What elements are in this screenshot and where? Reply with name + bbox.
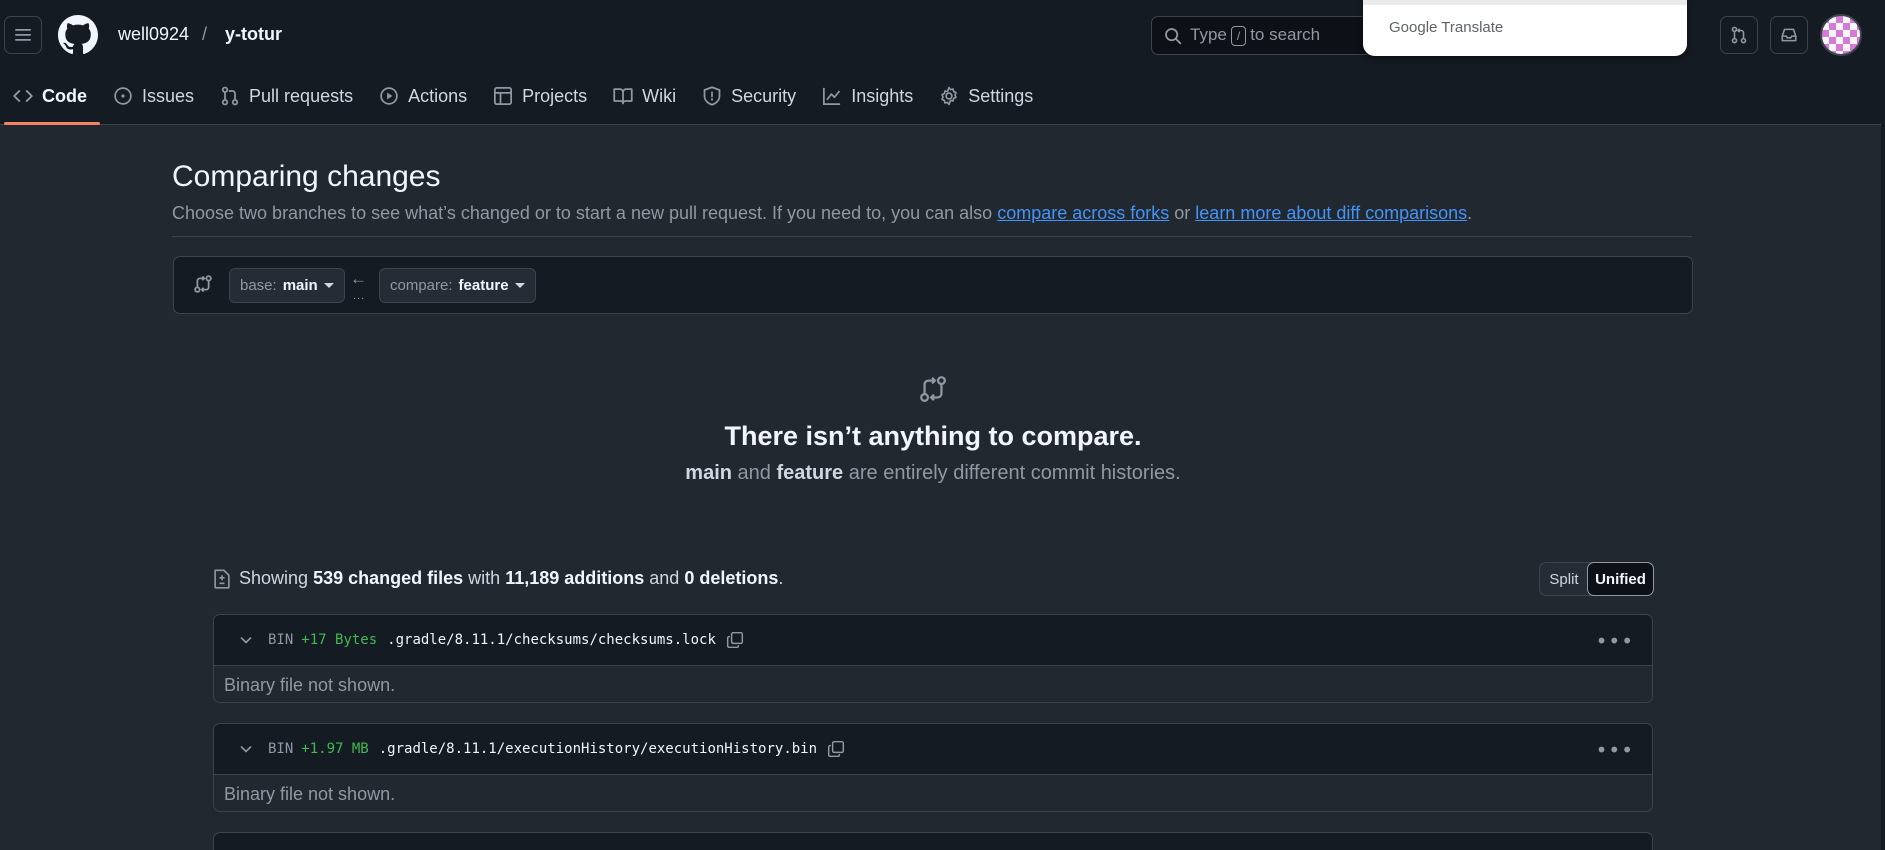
file-body: Binary file not shown. xyxy=(214,775,1652,811)
book-icon xyxy=(613,88,633,105)
blankslate-description: main and feature are entirely different … xyxy=(685,462,1181,484)
code-icon xyxy=(13,90,33,102)
split-view-button[interactable]: Split xyxy=(1540,563,1588,595)
menu-button[interactable] xyxy=(4,16,42,54)
tab-label: Insights xyxy=(851,85,914,106)
search-shortcut-key: / xyxy=(1230,26,1247,46)
kebab-horizontal-icon[interactable]: ••• xyxy=(1596,738,1634,762)
chevron-down-icon[interactable] xyxy=(238,632,254,648)
tab-pull-requests[interactable]: Pull requests xyxy=(207,78,366,114)
search-input[interactable]: Type / to search xyxy=(1151,16,1381,55)
pull-request-icon xyxy=(221,86,239,106)
unified-view-button[interactable]: Unified xyxy=(1587,562,1654,596)
pull-request-icon xyxy=(1731,26,1747,44)
title-divider xyxy=(172,236,1692,237)
shield-icon xyxy=(703,86,721,106)
play-icon xyxy=(380,87,398,105)
additions-count: 11,189 additions xyxy=(505,568,645,588)
tab-label: Code xyxy=(42,85,87,106)
search-placeholder: Type / to search xyxy=(1190,25,1321,46)
google-translate-label: Google Translate xyxy=(1389,19,1504,36)
copy-icon[interactable] xyxy=(726,631,744,649)
tab-label: Pull requests xyxy=(249,85,354,106)
changed-files-count: 539 changed files xyxy=(313,568,464,588)
base-branch-select[interactable]: base: main xyxy=(229,268,345,303)
tab-label: Projects xyxy=(522,85,588,106)
inbox-button[interactable] xyxy=(1770,16,1808,54)
page-title: Comparing changes xyxy=(172,160,441,193)
file-diff-icon xyxy=(214,568,230,589)
pull-requests-button[interactable] xyxy=(1720,16,1758,54)
graph-icon xyxy=(823,87,841,105)
file-diff: BIN +1.97 MB .gradle/8.11.1/executionHis… xyxy=(213,723,1653,812)
github-logo-icon[interactable] xyxy=(58,15,98,55)
caret-down-icon xyxy=(323,283,334,288)
base-branch-name: main xyxy=(282,277,318,294)
compare-across-forks-link[interactable]: compare across forks xyxy=(997,203,1169,223)
file-header: BIN +17 Bytes .gradle/8.11.1/checksums/c… xyxy=(214,615,1652,666)
tab-label: Settings xyxy=(968,85,1034,106)
chevron-down-icon[interactable] xyxy=(238,741,254,757)
inbox-icon xyxy=(1781,28,1797,42)
tab-label: Actions xyxy=(408,85,468,106)
git-compare-large-icon xyxy=(920,376,946,402)
learn-diff-comparisons-link[interactable]: learn more about diff comparisons xyxy=(1195,203,1467,223)
caret-down-icon xyxy=(514,283,525,288)
tab-label: Wiki xyxy=(642,85,677,106)
google-translate-popup[interactable]: Google Translate xyxy=(1363,0,1687,56)
file-diff-partial xyxy=(213,832,1653,850)
file-path-link[interactable]: .gradle/8.11.1/executionHistory/executio… xyxy=(379,741,817,757)
git-compare-icon xyxy=(194,275,212,293)
file-size-delta: +17 Bytes xyxy=(301,632,378,648)
page-subtitle: Choose two branches to see what’s change… xyxy=(172,203,1473,223)
issue-icon xyxy=(114,87,132,105)
search-icon xyxy=(1165,27,1182,44)
tab-label: Security xyxy=(731,85,797,106)
compare-range-editor: base: main ← ... compare: feature xyxy=(173,256,1693,314)
compare-branch-name: feature xyxy=(458,277,509,294)
hamburger-icon xyxy=(15,29,31,41)
range-dots: ... xyxy=(353,290,366,302)
kebab-horizontal-icon[interactable]: ••• xyxy=(1596,629,1634,653)
gear-icon xyxy=(941,86,958,106)
blankslate-title: There isn’t anything to compare. xyxy=(724,421,1142,451)
path-separator: / xyxy=(202,24,208,44)
tab-insights[interactable]: Insights xyxy=(809,78,926,114)
copy-icon[interactable] xyxy=(827,740,845,758)
tab-label: Issues xyxy=(142,85,195,106)
arrow-left-icon: ← xyxy=(350,269,367,288)
page-scrollbar[interactable] xyxy=(1881,0,1885,850)
file-type-label: BIN xyxy=(268,632,294,648)
tab-settings[interactable]: Settings xyxy=(926,78,1046,114)
file-header: BIN +1.97 MB .gradle/8.11.1/executionHis… xyxy=(214,724,1652,775)
base-prefix: base: xyxy=(240,277,277,294)
tab-actions[interactable]: Actions xyxy=(366,78,480,114)
diff-view-toggle: Split Unified xyxy=(1539,562,1654,596)
file-path-link[interactable]: .gradle/8.11.1/checksums/checksums.lock xyxy=(387,632,716,648)
tab-wiki[interactable]: Wiki xyxy=(600,78,689,114)
compare-branch-select[interactable]: compare: feature xyxy=(379,268,536,303)
repo-owner-link[interactable]: well0924 xyxy=(118,24,189,45)
repo-name-link[interactable]: y-totur xyxy=(225,24,282,45)
file-body: Binary file not shown. xyxy=(214,666,1652,702)
tab-projects[interactable]: Projects xyxy=(480,78,600,114)
table-icon xyxy=(494,87,513,105)
file-type-label: BIN xyxy=(268,741,294,757)
diff-summary: Showing 539 changed files with 11,189 ad… xyxy=(213,568,783,589)
compare-prefix: compare: xyxy=(390,277,453,294)
deletions-count: 0 deletions xyxy=(684,568,779,588)
tab-issues[interactable]: Issues xyxy=(100,78,207,114)
repo-nav-tabs: Code Issues Pull requests Actions Projec… xyxy=(0,78,1046,125)
file-diff: BIN +17 Bytes .gradle/8.11.1/checksums/c… xyxy=(213,614,1653,703)
tab-code[interactable]: Code xyxy=(0,78,100,125)
tab-security[interactable]: Security xyxy=(689,78,809,114)
file-size-delta: +1.97 MB xyxy=(301,741,369,757)
user-avatar[interactable] xyxy=(1820,14,1862,56)
